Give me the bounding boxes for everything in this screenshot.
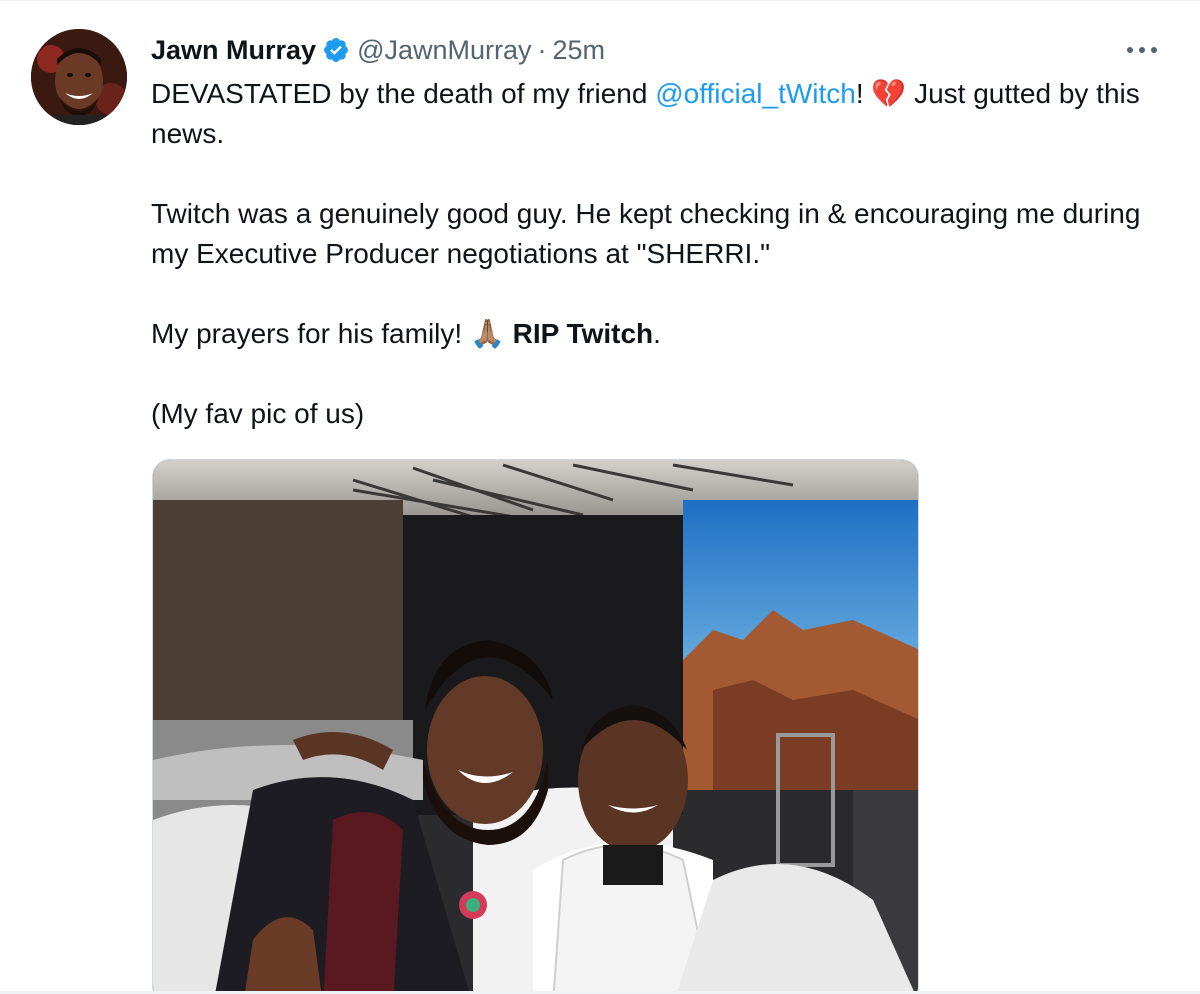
mention-link[interactable]: @official_tWitch [655, 78, 856, 109]
tweet-card[interactable]: Jawn Murray @JawnMurray · 25m DEVASTATED… [0, 0, 1200, 994]
tweet-text-segment: . [653, 318, 661, 349]
author-name[interactable]: Jawn Murray [151, 31, 316, 69]
tweet-text-segment: DEVASTATED by the death of my friend [151, 78, 656, 109]
tweet-text-segment: My prayers for his family! [151, 318, 470, 349]
tweet-photo[interactable] [152, 459, 919, 994]
tweet-text: DEVASTATED by the death of my friend @of… [151, 74, 1166, 434]
avatar-image [31, 29, 127, 125]
praying-hands-emoji: 🙏🏽 [469, 317, 505, 350]
broken-heart-emoji: 💔 [871, 77, 907, 110]
more-options-icon[interactable] [1124, 35, 1160, 65]
verified-badge-icon [322, 36, 350, 64]
author-avatar[interactable] [31, 29, 127, 125]
photo-image [153, 460, 918, 994]
tweet-paragraph-4: (My fav pic of us) [151, 398, 365, 429]
rip-twitch-text: RIP Twitch [504, 318, 654, 349]
header-separator: · [537, 35, 547, 65]
tweet-header: Jawn Murray @JawnMurray · 25m [151, 31, 605, 69]
tweet-timestamp[interactable]: 25m [553, 31, 606, 69]
tweet-paragraph-2: Twitch was a genuinely good guy. He kept… [151, 198, 1141, 269]
author-handle[interactable]: @JawnMurray [357, 31, 531, 69]
tweet-text-segment: ! [855, 78, 872, 109]
tweet-paragraph-1: DEVASTATED by the death of my friend @of… [151, 74, 1166, 154]
tweet-paragraph-3: My prayers for his family! 🙏🏽 RIP Twitch… [151, 314, 1166, 354]
